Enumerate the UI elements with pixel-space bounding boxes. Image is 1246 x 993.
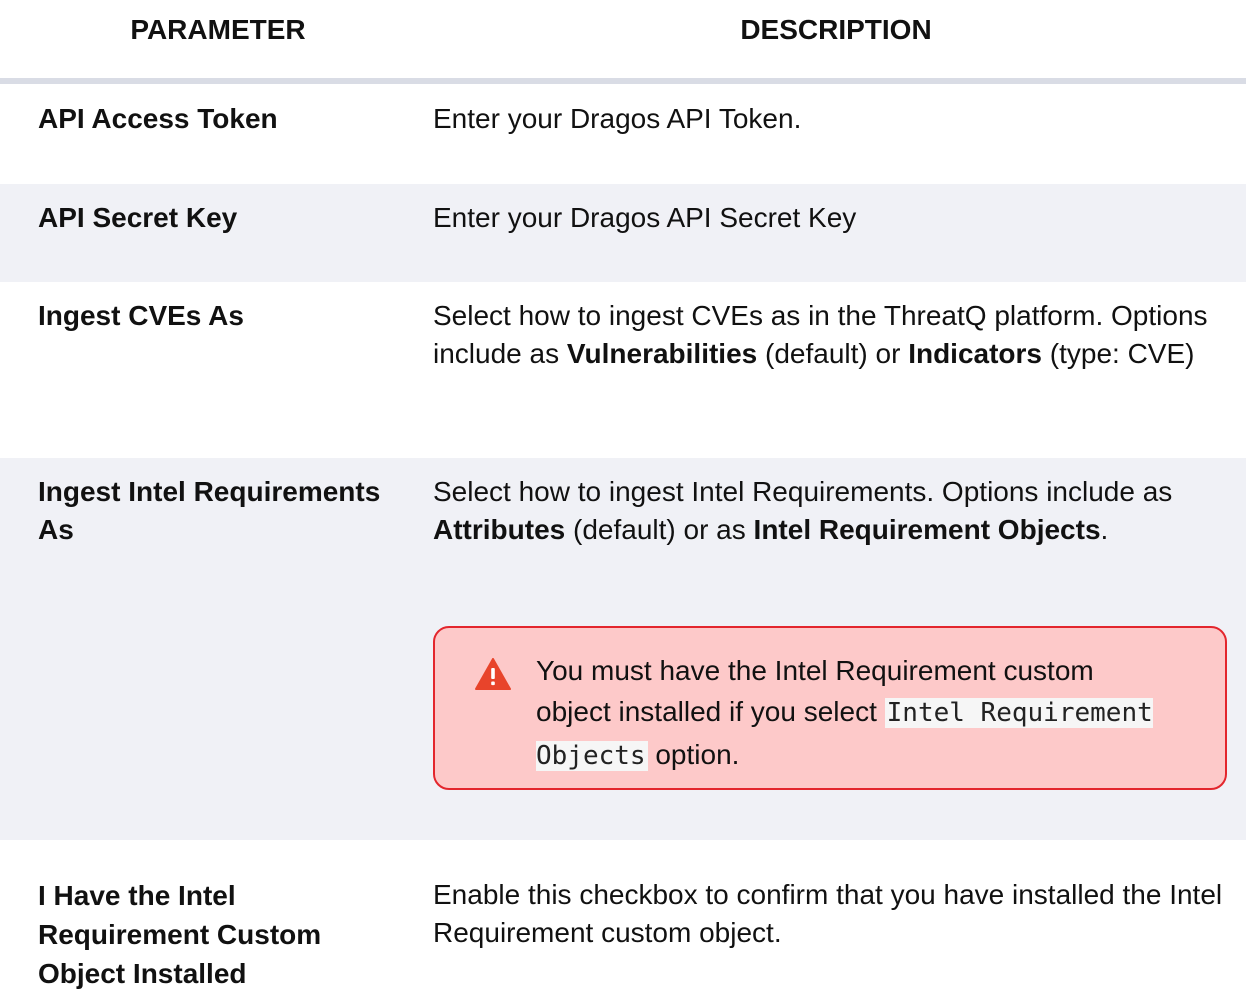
parameter-description: Enter your Dragos API Token.	[433, 103, 802, 134]
warning-text: You must have the Intel Requirement cust…	[536, 650, 1176, 777]
description-text: (default) or as	[565, 514, 754, 545]
option-intel-requirement-objects: Intel Requirement Objects	[753, 514, 1101, 545]
table-row: API Secret Key Enter your Dragos API Sec…	[0, 184, 1246, 282]
option-vulnerabilities: Vulnerabilities	[566, 338, 758, 369]
table-header: PARAMETER DESCRIPTION	[0, 0, 1246, 84]
parameter-name: Ingest CVEs As	[38, 300, 244, 331]
parameter-description: Enable this checkbox to confirm that you…	[433, 879, 1223, 948]
table-row: I Have the Intel Requirement Custom Obje…	[0, 840, 1246, 989]
header-parameter: PARAMETER	[130, 14, 306, 45]
table-row: Ingest CVEs As Select how to ingest CVEs…	[0, 282, 1246, 458]
description-text: Select how to ingest Intel Requirements.…	[433, 476, 1173, 507]
table-row: Ingest Intel Requirements As Select how …	[0, 458, 1246, 840]
parameter-description: Enter your Dragos API Secret Key	[433, 202, 857, 233]
parameter-name: I Have the Intel Requirement Custom Obje…	[38, 880, 322, 989]
parameter-name: Ingest Intel Requirements As	[38, 476, 381, 545]
parameter-description: Select how to ingest Intel Requirements.…	[433, 473, 1233, 549]
option-indicators: Indicators	[908, 338, 1042, 369]
warning-callout: You must have the Intel Requirement cust…	[433, 626, 1227, 790]
description-text: (default) or	[757, 338, 909, 369]
parameter-name: API Secret Key	[38, 202, 238, 233]
header-description: DESCRIPTION	[740, 14, 932, 45]
description-text: (type: CVE)	[1042, 338, 1195, 369]
option-attributes: Attributes	[433, 514, 566, 545]
parameters-table: PARAMETER DESCRIPTION API Access Token E…	[0, 0, 1246, 989]
table-row: API Access Token Enter your Dragos API T…	[0, 84, 1246, 184]
parameter-name: API Access Token	[38, 103, 278, 134]
warning-text-after: option.	[647, 739, 740, 770]
warning-triangle-icon	[475, 658, 511, 690]
parameter-description: Select how to ingest CVEs as in the Thre…	[433, 297, 1233, 373]
description-text: .	[1100, 514, 1109, 545]
